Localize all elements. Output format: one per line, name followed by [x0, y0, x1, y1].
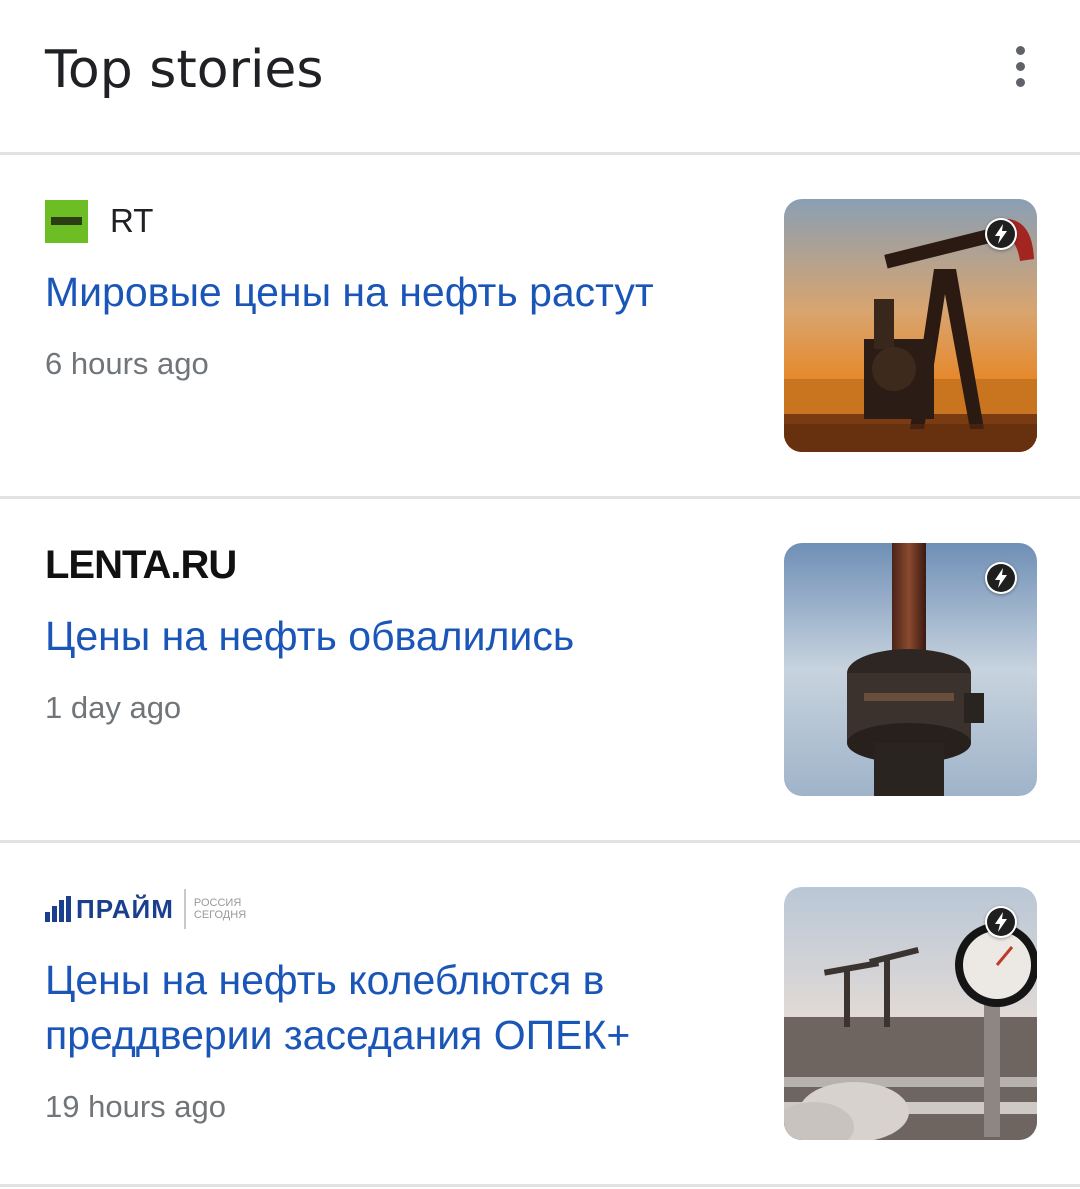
oil-pumpjack-image[interactable] [784, 199, 1037, 452]
story-time: 1 day ago [45, 690, 182, 725]
story-source: RT [45, 199, 153, 243]
story-headline[interactable]: Мировые цены на нефть растут [45, 265, 735, 320]
source-name: RT [110, 202, 154, 239]
amp-lightning-icon [985, 906, 1017, 938]
prime-bars-icon [45, 896, 73, 922]
oil-field-pressure-gauge-image[interactable] [784, 887, 1037, 1140]
more-vert-icon[interactable] [1004, 46, 1036, 94]
amp-lightning-icon [985, 218, 1017, 250]
story-time: 19 hours ago [45, 1089, 226, 1124]
top-stories-header: Top stories [0, 0, 1080, 152]
story-headline[interactable]: Цены на нефть колеблются в преддверии за… [45, 953, 735, 1063]
logo-separator [183, 889, 186, 929]
story-card[interactable]: ПРАЙМ РОССИЯ СЕГОДНЯ Цены на нефть колеб… [0, 843, 1080, 1183]
oil-pipe-valve-image[interactable] [784, 543, 1037, 796]
story-headline[interactable]: Цены на нефть обвалились [45, 609, 735, 664]
story-card[interactable]: LENTA.RU Цены на нефть обвалились 1 day … [0, 499, 1080, 839]
rt-logo [45, 199, 88, 243]
source-name: ПРАЙМ [76, 893, 174, 924]
section-title: Top stories [45, 40, 324, 100]
story-card[interactable]: RT Мировые цены на нефть растут 6 hours … [0, 155, 1080, 495]
story-time: 6 hours ago [45, 346, 209, 381]
amp-lightning-icon [985, 562, 1017, 594]
prime-logo: ПРАЙМ РОССИЯ СЕГОДНЯ [45, 889, 246, 929]
story-source: LENTA.RU [45, 542, 237, 587]
divider [0, 1184, 1080, 1187]
story-source: ПРАЙМ РОССИЯ СЕГОДНЯ [45, 887, 246, 931]
lenta-ru-logo: LENTA.RU [45, 542, 237, 587]
source-subtitle: РОССИЯ СЕГОДНЯ [193, 897, 247, 921]
